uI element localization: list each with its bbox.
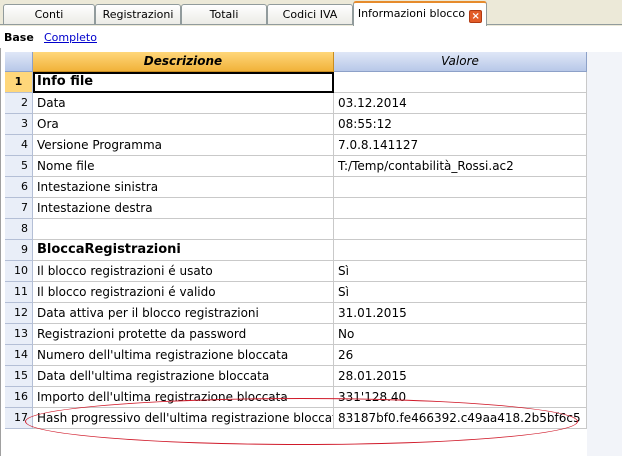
value-cell[interactable]: [334, 219, 587, 240]
row-number[interactable]: 16: [5, 387, 33, 408]
value-cell[interactable]: 7.0.8.141127: [334, 135, 587, 156]
row-number[interactable]: 6: [5, 177, 33, 198]
description-cell[interactable]: [33, 219, 334, 240]
value-cell[interactable]: 03.12.2014: [334, 93, 587, 114]
value-cell[interactable]: [334, 177, 587, 198]
value-cell[interactable]: [334, 240, 587, 261]
description-cell[interactable]: Data dell'ultima registrazione bloccata: [33, 366, 334, 387]
row-number[interactable]: 4: [5, 135, 33, 156]
description-cell[interactable]: Intestazione destra: [33, 198, 334, 219]
tab-bar: Conti Registrazioni Totali Codici IVA In…: [0, 0, 622, 26]
tab-baseline: [0, 24, 622, 25]
value-cell[interactable]: 31.01.2015: [334, 303, 587, 324]
column-header-descrizione[interactable]: Descrizione: [33, 52, 334, 72]
tab-informazioni-blocco[interactable]: Informazioni blocco ×: [353, 1, 487, 26]
row-number[interactable]: 15: [5, 366, 33, 387]
row-number-header: [5, 52, 33, 72]
description-cell[interactable]: Il blocco registrazioni é valido: [33, 282, 334, 303]
value-cell[interactable]: No: [334, 324, 587, 345]
row-number[interactable]: 11: [5, 282, 33, 303]
value-cell[interactable]: 28.01.2015: [334, 366, 587, 387]
row-number[interactable]: 12: [5, 303, 33, 324]
info-grid: Descrizione Valore 1 Info file 2 Data 03.12.…: [0, 48, 622, 456]
description-cell[interactable]: BloccaRegistrazioni: [33, 240, 334, 261]
table-row[interactable]: 14 Numero dell'ultima registrazione blocc…: [5, 345, 587, 366]
table-row[interactable]: 1 Info file: [5, 72, 587, 93]
tab-registrazioni[interactable]: Registrazioni: [95, 4, 181, 24]
view-completo-link[interactable]: Completo: [44, 31, 97, 44]
tab-conti[interactable]: Conti: [3, 4, 95, 24]
table-row[interactable]: 8: [5, 219, 587, 240]
description-cell[interactable]: Registrazioni protette da password: [33, 324, 334, 345]
description-cell[interactable]: Hash progressivo dell'ultima registrazio…: [33, 408, 334, 429]
description-cell[interactable]: Data attiva per il blocco registrazioni: [33, 303, 334, 324]
row-number[interactable]: 7: [5, 198, 33, 219]
description-cell[interactable]: Data: [33, 93, 334, 114]
view-base[interactable]: Base: [4, 31, 34, 44]
description-cell[interactable]: Info file: [33, 72, 334, 93]
row-number[interactable]: 17: [5, 408, 33, 429]
value-cell[interactable]: 08:55:12: [334, 114, 587, 135]
description-cell[interactable]: Numero dell'ultima registrazione bloccat…: [33, 345, 334, 366]
close-icon[interactable]: ×: [469, 10, 483, 23]
row-number[interactable]: 10: [5, 261, 33, 282]
table-row[interactable]: 6 Intestazione sinistra: [5, 177, 587, 198]
description-cell[interactable]: Intestazione sinistra: [33, 177, 334, 198]
row-number[interactable]: 8: [5, 219, 33, 240]
value-cell[interactable]: 26: [334, 345, 587, 366]
table-row[interactable]: 2 Data 03.12.2014: [5, 93, 587, 114]
tab-informazioni-blocco-label: Informazioni blocco: [357, 7, 466, 20]
value-cell[interactable]: [334, 198, 587, 219]
value-cell[interactable]: Sì: [334, 261, 587, 282]
table-row[interactable]: 3 Ora 08:55:12: [5, 114, 587, 135]
value-cell[interactable]: [334, 72, 587, 93]
description-cell[interactable]: Nome file: [33, 156, 334, 177]
table-row[interactable]: 15 Data dell'ultima registrazione bloccat…: [5, 366, 587, 387]
tab-codici-iva[interactable]: Codici IVA: [267, 4, 353, 24]
row-number[interactable]: 5: [5, 156, 33, 177]
table-row[interactable]: 12 Data attiva per il blocco registrazion…: [5, 303, 587, 324]
row-number[interactable]: 1: [5, 72, 33, 93]
row-number[interactable]: 2: [5, 93, 33, 114]
description-cell[interactable]: Ora: [33, 114, 334, 135]
column-header-valore[interactable]: Valore: [334, 52, 587, 72]
table-row[interactable]: 7 Intestazione destra: [5, 198, 587, 219]
row-number[interactable]: 13: [5, 324, 33, 345]
value-cell[interactable]: T:/Temp/contabilità_Rossi.ac2: [334, 156, 587, 177]
table-row[interactable]: 5 Nome file T:/Temp/contabilità_Rossi.ac2: [5, 156, 587, 177]
table-row[interactable]: 11 Il blocco registrazioni é valido Sì: [5, 282, 587, 303]
value-cell[interactable]: 83187bf0.fe466392.c49aa418.2b5bf6c5: [334, 408, 587, 429]
table-row[interactable]: 4 Versione Programma 7.0.8.141127: [5, 135, 587, 156]
table-row[interactable]: 10 Il blocco registrazioni é usato Sì: [5, 261, 587, 282]
empty-area: [587, 52, 622, 456]
description-cell[interactable]: Importo dell'ultima registrazione blocca…: [33, 387, 334, 408]
row-number[interactable]: 3: [5, 114, 33, 135]
table-row[interactable]: 9 BloccaRegistrazioni: [5, 240, 587, 261]
value-cell[interactable]: 331'128.40: [334, 387, 587, 408]
tab-totali[interactable]: Totali: [181, 4, 267, 24]
table-row[interactable]: 16 Importo dell'ultima registrazione bloc…: [5, 387, 587, 408]
row-number[interactable]: 9: [5, 240, 33, 261]
description-cell[interactable]: Versione Programma: [33, 135, 334, 156]
view-switch: Base Completo: [0, 26, 622, 48]
description-cell[interactable]: Il blocco registrazioni é usato: [33, 261, 334, 282]
table-row[interactable]: 13 Registrazioni protette da password No: [5, 324, 587, 345]
row-number[interactable]: 14: [5, 345, 33, 366]
table-row[interactable]: 17 Hash progressivo dell'ultima registraz…: [5, 408, 587, 429]
value-cell[interactable]: Sì: [334, 282, 587, 303]
